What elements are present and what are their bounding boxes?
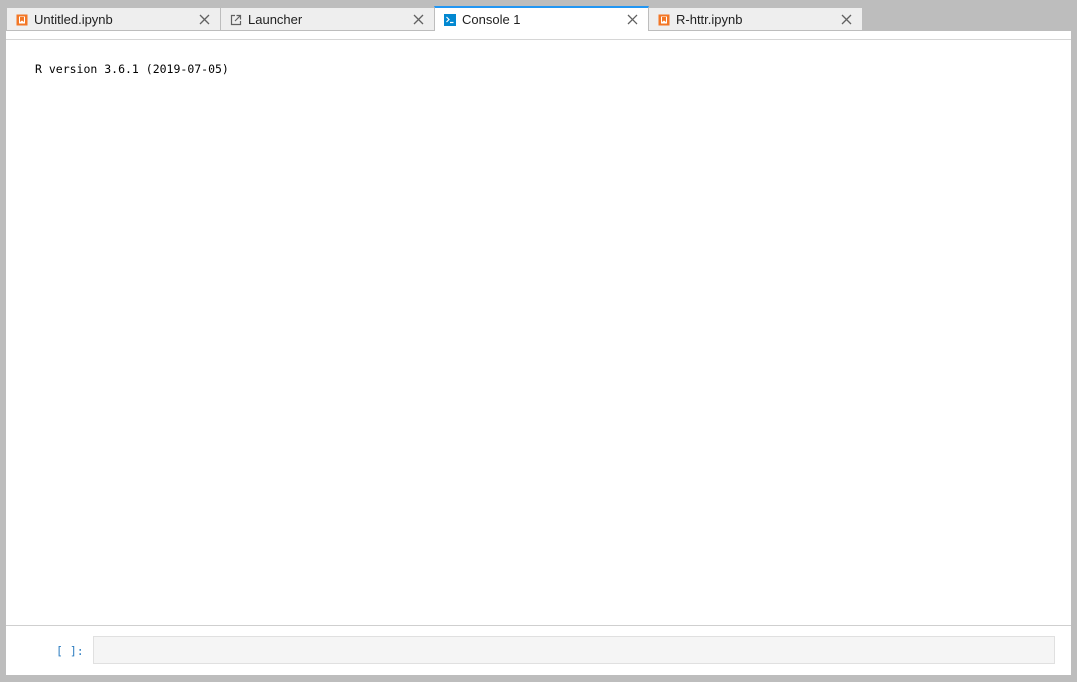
console-panel: R version 3.6.1 (2019-07-05) [ ]: bbox=[6, 30, 1071, 675]
console-icon bbox=[444, 13, 456, 26]
app-frame: Untitled.ipynb Launcher Console 1 R-httr… bbox=[0, 0, 1077, 682]
close-icon[interactable] bbox=[839, 13, 853, 27]
input-divider bbox=[6, 625, 1071, 626]
tab-console-1[interactable]: Console 1 bbox=[434, 6, 649, 31]
tab-r-httr-ipynb[interactable]: R-httr.ipynb bbox=[648, 7, 863, 31]
tab-label: Console 1 bbox=[462, 12, 521, 27]
close-icon[interactable] bbox=[625, 13, 639, 27]
close-icon[interactable] bbox=[411, 13, 425, 27]
launch-icon bbox=[230, 14, 242, 26]
notebook-icon bbox=[658, 14, 670, 26]
tab-label: Launcher bbox=[248, 12, 303, 27]
console-banner: R version 3.6.1 (2019-07-05) bbox=[35, 62, 229, 76]
console-input[interactable] bbox=[93, 636, 1055, 664]
tab-untitled-ipynb[interactable]: Untitled.ipynb bbox=[6, 7, 221, 31]
input-prompt: [ ]: bbox=[56, 644, 84, 658]
notebook-icon bbox=[16, 14, 28, 26]
tab-launcher[interactable]: Launcher bbox=[220, 7, 435, 31]
close-icon[interactable] bbox=[197, 13, 211, 27]
toolbar-divider bbox=[6, 39, 1071, 40]
tab-bar: Untitled.ipynb Launcher Console 1 R-httr… bbox=[6, 6, 863, 31]
tab-label: R-httr.ipynb bbox=[676, 12, 743, 27]
tab-label: Untitled.ipynb bbox=[34, 12, 113, 27]
